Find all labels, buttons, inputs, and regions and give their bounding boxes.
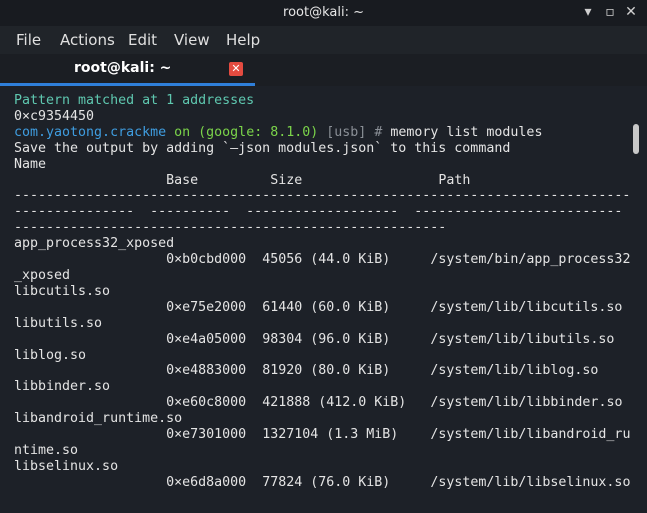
maximize-button[interactable]: ▫: [600, 2, 620, 22]
tab-root-kali[interactable]: root@kali: ~ ✕: [0, 54, 255, 86]
module-path-wrap: ntime.so: [14, 442, 79, 458]
header-name: Name: [14, 156, 47, 172]
close-window-button[interactable]: ✕: [621, 2, 641, 22]
module-size: 421888 (412.0 KiB): [262, 395, 407, 411]
prompt-hash: #: [374, 124, 383, 140]
prompt-device: (google: 8.1.0): [198, 124, 319, 140]
module-path: /system/bin/app_process32: [430, 252, 630, 268]
menu-edit[interactable]: Edit: [128, 31, 157, 49]
module-path: /system/lib/libselinux.so: [430, 474, 630, 490]
menu-help[interactable]: Help: [226, 31, 260, 49]
module-name: libutils.so: [14, 315, 103, 331]
module-base: 0×b0cbd000: [166, 252, 247, 268]
module-size: 81920 (80.0 KiB): [262, 363, 391, 379]
menu-view[interactable]: View: [174, 31, 210, 49]
matched-address: 0×c9354450: [14, 108, 95, 124]
module-size: 45056 (44.0 KiB): [262, 252, 391, 268]
module-name: libcutils.so: [14, 283, 111, 299]
module-path: /system/lib/libandroid_ru: [430, 427, 630, 443]
module-base: 0×e75e2000: [166, 299, 247, 315]
menu-actions[interactable]: Actions: [60, 31, 115, 49]
module-size: 1327104 (1.3 MiB): [262, 427, 399, 443]
module-path: /system/lib/libutils.so: [430, 331, 615, 347]
tab-bar: root@kali: ~ ✕: [0, 54, 647, 86]
module-base: 0×e4a05000: [166, 331, 247, 347]
module-name: liblog.so: [14, 347, 87, 363]
vertical-scrollbar[interactable]: [630, 86, 647, 513]
module-name: libbinder.so: [14, 379, 111, 395]
tab-close-icon[interactable]: ✕: [229, 62, 243, 76]
module-base: 0×e7301000: [166, 427, 247, 443]
module-path-wrap: _xposed: [14, 267, 71, 283]
module-name: libselinux.so: [14, 458, 119, 474]
pattern-match-line: Pattern matched at 1 addresses: [14, 93, 255, 108]
header-path: Path: [438, 172, 471, 188]
module-base: 0×e4883000: [166, 363, 247, 379]
module-base: 0×e6d8a000: [166, 474, 247, 490]
tab-label: root@kali: ~: [74, 60, 172, 76]
menu-bar: File Actions Edit View Help: [0, 26, 647, 54]
module-path: /system/lib/liblog.so: [430, 363, 599, 379]
terminal-output[interactable]: Pattern matched at 1 addresses 0×c935445…: [0, 86, 630, 513]
prompt-on: on: [174, 124, 191, 140]
header-base: Base: [166, 172, 199, 188]
module-name: libandroid_runtime.so: [14, 411, 183, 427]
module-path: /system/lib/libbinder.so: [430, 395, 623, 411]
header-size: Size: [270, 172, 303, 188]
module-size: 61440 (60.0 KiB): [262, 299, 391, 315]
scrollbar-thumb[interactable]: [633, 124, 639, 154]
title-bar: root@kali: ~ ▾ ▫ ✕: [0, 0, 647, 26]
minimize-button[interactable]: ▾: [578, 2, 598, 22]
menu-file[interactable]: File: [16, 31, 41, 49]
module-size: 77824 (76.0 KiB): [262, 474, 391, 490]
prompt-command: memory list modules: [390, 124, 543, 140]
module-name: app_process32_xposed: [14, 236, 175, 252]
prompt-app: com.yaotong.crackme: [14, 124, 167, 140]
output-hint: Save the output by adding `—json modules…: [14, 140, 511, 156]
module-path: /system/lib/libcutils.so: [430, 299, 623, 315]
table-separator: ----------------------------------------…: [14, 188, 630, 236]
module-size: 98304 (96.0 KiB): [262, 331, 391, 347]
module-base: 0×e60c8000: [166, 395, 247, 411]
window-title: root@kali: ~: [283, 5, 364, 20]
prompt-connection: [usb]: [326, 124, 367, 140]
